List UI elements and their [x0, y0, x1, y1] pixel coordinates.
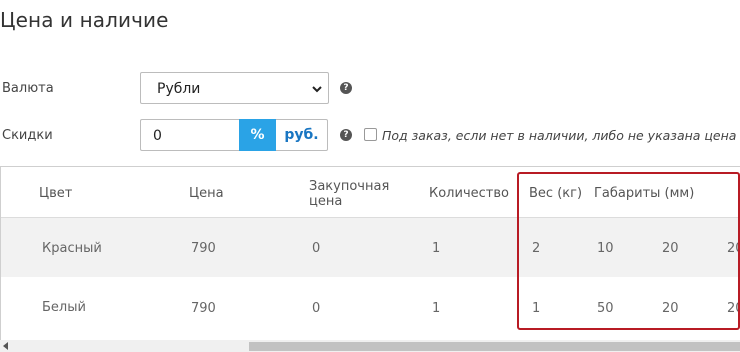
- cell-color[interactable]: Белый: [42, 300, 86, 315]
- header-quantity: Количество: [429, 186, 509, 201]
- currency-help-icon[interactable]: ?: [340, 82, 352, 94]
- cell-purchase[interactable]: 0: [312, 301, 320, 316]
- section-title: Цена и наличие: [0, 8, 169, 32]
- discount-input[interactable]: 0: [140, 119, 239, 151]
- discount-label: Скидки: [2, 128, 53, 143]
- horizontal-scrollbar[interactable]: [0, 340, 740, 352]
- chevron-down-icon: [312, 86, 322, 93]
- preorder-checkbox[interactable]: [364, 128, 377, 141]
- discount-rub-button[interactable]: руб.: [276, 119, 328, 151]
- header-price: Цена: [189, 186, 224, 201]
- preorder-checkbox-label[interactable]: Под заказ, если нет в наличии, либо не у…: [382, 128, 736, 143]
- cell-quantity[interactable]: 1: [432, 241, 440, 256]
- cell-purchase[interactable]: 0: [312, 241, 320, 256]
- weight-dimensions-highlight: [517, 172, 740, 330]
- cell-color[interactable]: Красный: [42, 241, 102, 256]
- header-purchase-line2: цена: [309, 194, 343, 209]
- cell-price[interactable]: 790: [191, 241, 216, 256]
- cell-price[interactable]: 790: [191, 301, 216, 316]
- header-color: Цвет: [39, 186, 73, 201]
- header-purchase-price: Закупочная цена: [309, 179, 389, 209]
- scroll-left-arrow-icon[interactable]: [3, 342, 8, 350]
- scrollbar-thumb[interactable]: [249, 342, 740, 351]
- currency-select-value: Рубли: [157, 81, 201, 97]
- discount-help-icon[interactable]: ?: [340, 129, 352, 141]
- discount-percent-button[interactable]: %: [239, 119, 276, 151]
- currency-label: Валюта: [2, 81, 54, 96]
- currency-select[interactable]: Рубли: [140, 72, 329, 104]
- header-purchase-line1: Закупочная: [309, 179, 390, 194]
- cell-quantity[interactable]: 1: [432, 301, 440, 316]
